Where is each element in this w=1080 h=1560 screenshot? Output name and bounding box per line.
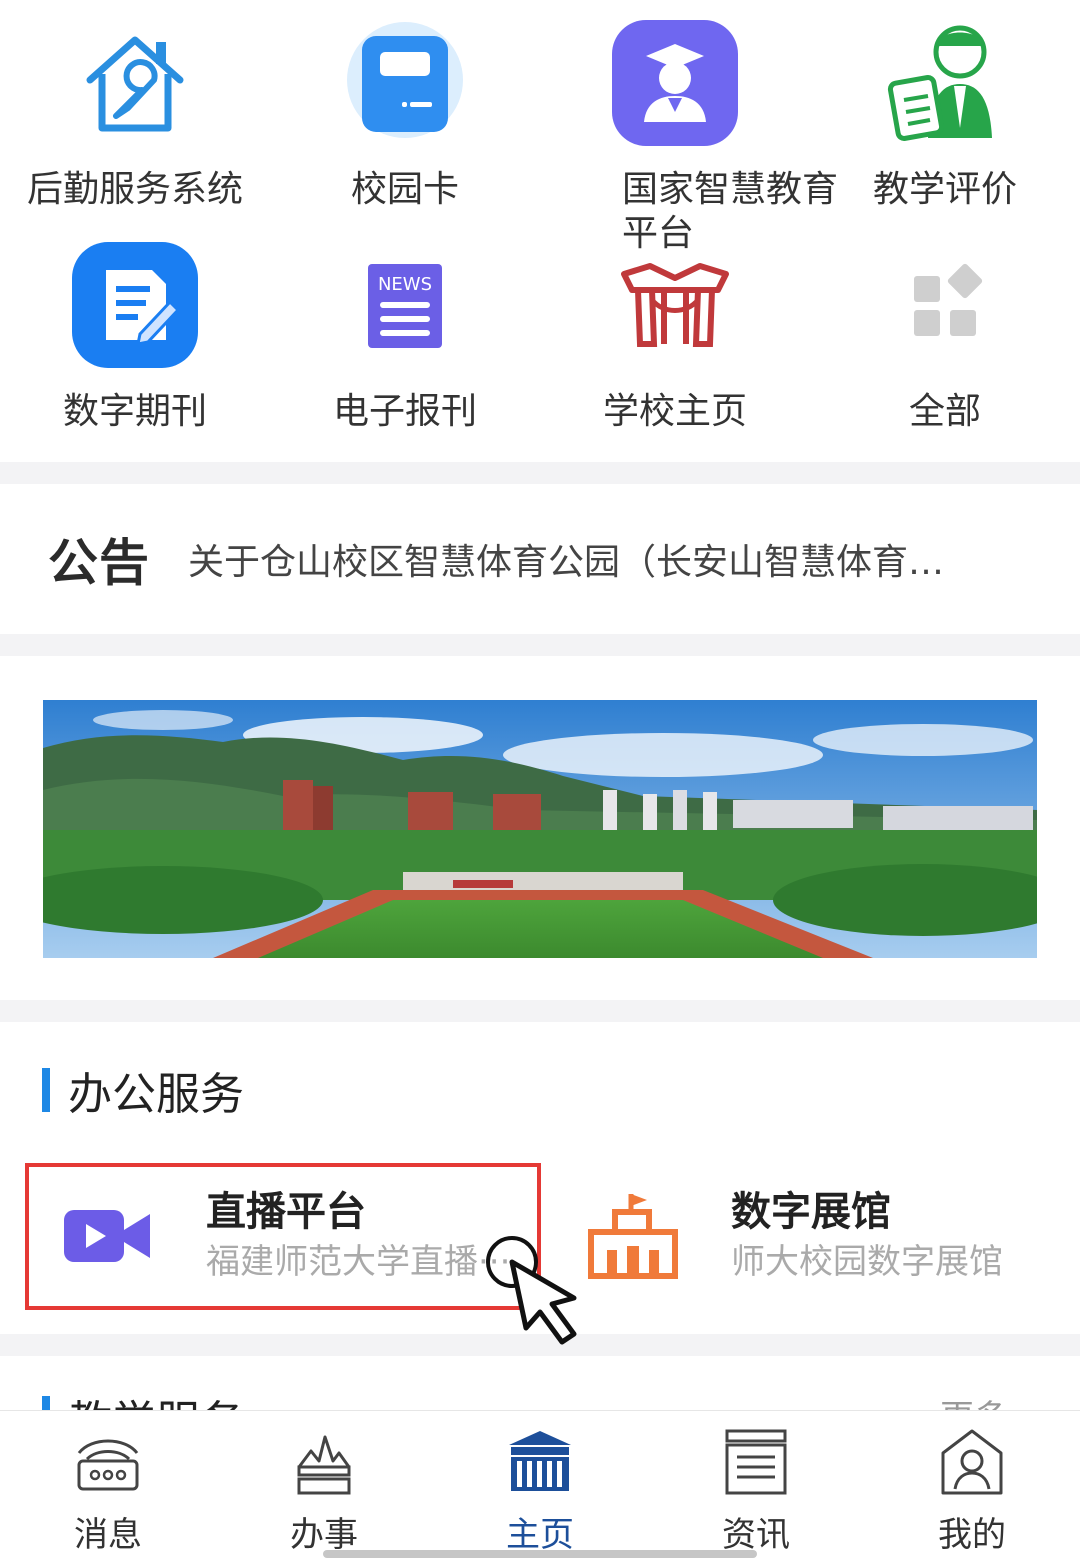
- document-edit-icon: [72, 242, 198, 368]
- service-texts: 数字展馆 师大校园数字展馆: [731, 1186, 1003, 1286]
- school-gate-icon: [621, 263, 729, 347]
- graduate-icon: [612, 20, 738, 146]
- tab-message[interactable]: 消息: [0, 1411, 216, 1560]
- campus-banner[interactable]: [43, 700, 1037, 958]
- tab-label: 消息: [74, 1515, 142, 1555]
- app-label: 全部: [908, 391, 981, 432]
- app-logistics[interactable]: 后勤服务系统: [0, 18, 270, 228]
- notice-text: 关于仓山校区智慧体育公园（长安山智慧体育…: [188, 542, 945, 583]
- news-icon: NEWS: [368, 264, 442, 348]
- app-label: 校园卡: [350, 169, 459, 210]
- app-label: 后勤服务系统: [26, 169, 243, 210]
- pointer-cursor-icon: [486, 1236, 577, 1345]
- news-list-icon: [725, 1429, 787, 1495]
- divider: [0, 634, 1080, 656]
- campus-photo-icon: [43, 700, 1037, 958]
- tasks-icon: [297, 1435, 351, 1495]
- office-section-title: 办公服务: [42, 1058, 244, 1122]
- tab-tasks[interactable]: 办事: [216, 1411, 432, 1560]
- app-e-newspaper[interactable]: NEWS 电子报刊: [270, 240, 540, 450]
- home-indicator[interactable]: [323, 1550, 757, 1558]
- app-all[interactable]: 全部: [810, 240, 1080, 450]
- notice-tag: 公告: [48, 534, 150, 592]
- app-grid-row-1: 后勤服务系统 校园卡 国家智慧教育平台 教学评价: [0, 18, 1080, 254]
- app-school-homepage[interactable]: 学校主页: [540, 240, 810, 450]
- highlight-box: [25, 1163, 541, 1310]
- tab-profile[interactable]: 我的: [864, 1411, 1080, 1560]
- tab-news[interactable]: 资讯: [648, 1411, 864, 1560]
- divider: [0, 462, 1080, 484]
- profile-icon: [941, 1429, 1003, 1495]
- app-national-edu[interactable]: 国家智慧教育平台: [540, 18, 838, 254]
- teacher-clipboard-icon: [887, 25, 992, 141]
- message-icon: [77, 1439, 139, 1491]
- grid-icon: [914, 263, 983, 336]
- house-wrench-icon: [86, 36, 184, 132]
- service-name: 数字展馆: [731, 1189, 891, 1235]
- section-title-text: 办公服务: [68, 1069, 244, 1120]
- app-label: 教学评价: [872, 169, 1017, 210]
- tab-label: 主页: [506, 1515, 574, 1555]
- svg-text:NEWS: NEWS: [378, 274, 432, 295]
- card-icon: [347, 22, 463, 138]
- home-building-icon: [509, 1431, 571, 1491]
- app-digital-journal[interactable]: 数字期刊: [0, 240, 270, 450]
- tab-label: 办事: [290, 1515, 358, 1555]
- app-teaching-eval[interactable]: 教学评价: [810, 18, 1080, 228]
- app-grid-row-2: 数字期刊 NEWS 电子报刊 学校主页 全部: [0, 240, 1080, 450]
- tab-home[interactable]: 主页: [432, 1411, 648, 1560]
- divider: [0, 1000, 1080, 1022]
- section-accent-bar: [42, 1068, 50, 1112]
- service-digital-museum[interactable]: 数字展馆 师大校园数字展馆: [585, 1162, 1003, 1310]
- app-label: 数字期刊: [62, 391, 207, 432]
- app-label: 学校主页: [602, 391, 747, 432]
- bottom-tab-bar: 消息 办事 主页 资讯 我的: [0, 1410, 1080, 1560]
- service-desc: 师大校园数字展馆: [731, 1242, 1003, 1282]
- app-campus-card[interactable]: 校园卡: [270, 18, 540, 228]
- tab-label: 资讯: [722, 1515, 790, 1555]
- notice-bar[interactable]: 公告 关于仓山校区智慧体育公园（长安山智慧体育…: [0, 485, 1080, 633]
- tab-label: 我的: [938, 1515, 1006, 1555]
- app-label: 电子报刊: [332, 391, 477, 432]
